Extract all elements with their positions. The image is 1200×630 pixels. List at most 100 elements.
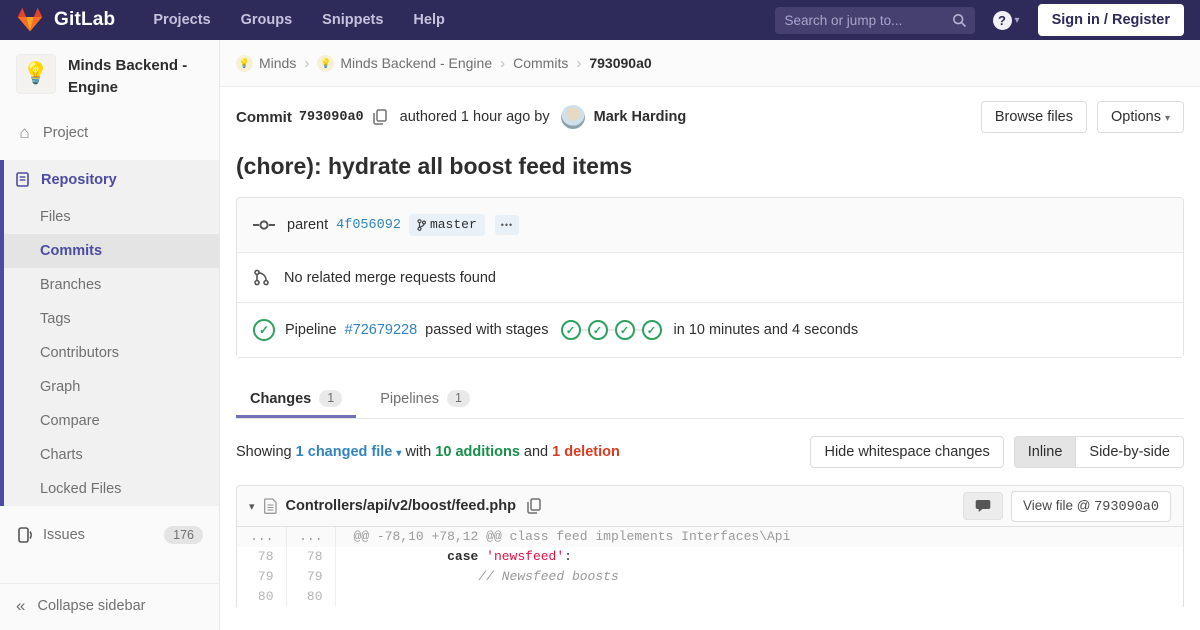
copy-icon [527,498,541,514]
pipelines-count-badge: 1 [447,390,470,407]
breadcrumb-current-sha: 793090a0 [589,55,652,71]
search-box [774,6,975,34]
gitlab-home-link[interactable]: GitLab [16,7,115,33]
additions-count: 10 additions [435,444,520,460]
nav-links: Projects Groups Snippets Help [153,11,444,29]
signin-register-button[interactable]: Sign in / Register [1037,4,1184,36]
expand-refs-button[interactable]: ••• [494,215,520,235]
new-line-number[interactable]: 80 [286,587,336,607]
sidebar-project-header[interactable]: 💡 Minds Backend - Engine [0,40,219,111]
sidebar-item-repository[interactable]: Repository [4,160,219,200]
author-avatar[interactable] [560,105,585,129]
sidebar-item-graph[interactable]: Graph [4,370,219,404]
document-icon [14,172,31,187]
gitlab-tanuki-icon [16,7,44,33]
pipeline-id-link[interactable]: #72679228 [345,322,418,338]
chevron-right-icon: › [304,54,310,72]
changes-count-badge: 1 [319,390,343,407]
collapse-sidebar-button[interactable]: « Collapse sidebar [0,583,219,630]
breadcrumb-minds[interactable]: 💡 Minds [236,54,296,72]
pipeline-stage-3[interactable]: ✓ [614,320,635,340]
parent-row: parent 4f056092 master ••• [237,198,1183,252]
pipeline-stage-4[interactable]: ✓ [641,320,662,340]
chevron-right-icon: › [500,54,506,72]
commit-tabs: Changes 1 Pipelines 1 [236,380,1184,419]
nav-link-help[interactable]: Help [413,12,444,28]
copy-commit-sha-button[interactable] [371,107,389,127]
sidebar-item-issues[interactable]: Issues 176 [0,514,219,556]
sidebar-item-commits[interactable]: Commits [4,233,219,268]
issues-count-badge: 176 [164,525,203,544]
sidebar-repository-section: Repository Files Commits Branches Tags C… [0,159,219,506]
pipeline-stage-1[interactable]: ✓ [560,320,581,340]
changed-files-dropdown[interactable]: 1 changed file ▾ [296,444,402,460]
project-title: Minds Backend - Engine [68,57,188,96]
diff-summary: Showing 1 changed file ▾ with 10 additio… [236,444,620,460]
commit-header-actions: Browse files Options ▾ [980,101,1184,133]
chevron-down-icon: ▾ [1014,14,1020,26]
parent-sha-link[interactable]: 4f056092 [336,218,401,233]
file-header-actions: View file @ 793090a0 [962,490,1171,522]
hide-whitespace-button[interactable]: Hide whitespace changes [810,436,1004,468]
diff-view-controls: Hide whitespace changes Inline Side-by-s… [810,436,1184,468]
side-by-side-view-button[interactable]: Side-by-side [1075,436,1184,468]
new-line-number[interactable]: 79 [286,567,336,587]
nav-link-snippets[interactable]: Snippets [322,12,383,28]
diff-row: 78 78 case 'newsfeed': [237,547,1183,567]
sidebar-item-project[interactable]: ⌂ Project [0,111,219,155]
nav-link-projects[interactable]: Projects [153,12,210,28]
file-collapse-caret[interactable]: ▾ [249,500,255,513]
old-line-number[interactable]: 80 [237,587,287,607]
new-line-number[interactable]: 78 [286,547,336,567]
copy-icon [372,109,387,125]
sidebar-item-contributors[interactable]: Contributors [4,336,219,370]
browse-files-button[interactable]: Browse files [980,101,1087,133]
old-line-number[interactable]: 79 [237,567,287,587]
code-line: case 'newsfeed': [447,549,572,564]
diff-row: 80 80 [237,587,1183,607]
branch-badge[interactable]: master [408,214,485,236]
merge-request-row: No related merge requests found [237,252,1183,302]
sidebar-item-branches[interactable]: Branches [4,268,219,302]
diff-controls-row: Showing 1 changed file ▾ with 10 additio… [236,436,1184,468]
commit-sha: 793090a0 [298,109,364,125]
search-input[interactable] [774,6,975,34]
issues-icon [16,526,33,543]
inline-view-button[interactable]: Inline [1013,436,1077,468]
tab-pipelines[interactable]: Pipelines 1 [366,380,484,418]
author-name-link[interactable]: Mark Harding [594,109,687,125]
file-path-link[interactable]: Controllers/api/v2/boost/feed.php [286,498,516,514]
old-line-number[interactable]: ... [237,527,287,547]
chevron-down-icon: ▾ [1164,113,1170,124]
pipeline-stage-2[interactable]: ✓ [587,320,608,340]
help-menu[interactable]: ? ▾ [992,10,1020,30]
old-line-number[interactable]: 78 [237,547,287,567]
pipeline-row: ✓ Pipeline #72679228 passed with stages … [237,302,1183,357]
nav-link-groups[interactable]: Groups [241,12,293,28]
new-line-number[interactable]: ... [286,527,336,547]
copy-file-path-button[interactable] [525,496,543,516]
toggle-comments-button[interactable] [962,492,1003,520]
breadcrumb-project[interactable]: 💡 Minds Backend - Engine [317,54,492,72]
stage-connector [580,329,588,331]
sidebar-item-compare[interactable]: Compare [4,404,219,438]
search-icon [952,13,967,33]
breadcrumb-commits[interactable]: Commits [513,55,568,71]
comment-icon [975,500,991,512]
home-icon: ⌂ [19,122,30,142]
options-dropdown-button[interactable]: Options ▾ [1096,101,1184,133]
sidebar-item-locked-files[interactable]: Locked Files [4,472,219,506]
deletions-count: 1 deletion [552,444,620,460]
pipeline-status-icon[interactable]: ✓ [253,319,275,341]
hunk-row: ... ... @@ -78,10 +78,12 @@ class feed i… [237,527,1183,547]
view-file-button[interactable]: View file @ 793090a0 [1010,490,1171,522]
collapse-chevrons-icon: « [16,596,26,615]
sidebar-item-files[interactable]: Files [4,200,219,234]
sidebar-item-charts[interactable]: Charts [4,438,219,472]
tab-changes[interactable]: Changes 1 [236,380,357,418]
breadcrumb: 💡 Minds › 💡 Minds Backend - Engine › Com… [220,40,1200,87]
pipeline-label: Pipeline [285,322,337,338]
navbar-right: ? ▾ Sign in / Register [774,4,1184,36]
sidebar-item-tags[interactable]: Tags [4,302,219,336]
top-navbar: GitLab Projects Groups Snippets Help ? ▾… [0,0,1200,40]
